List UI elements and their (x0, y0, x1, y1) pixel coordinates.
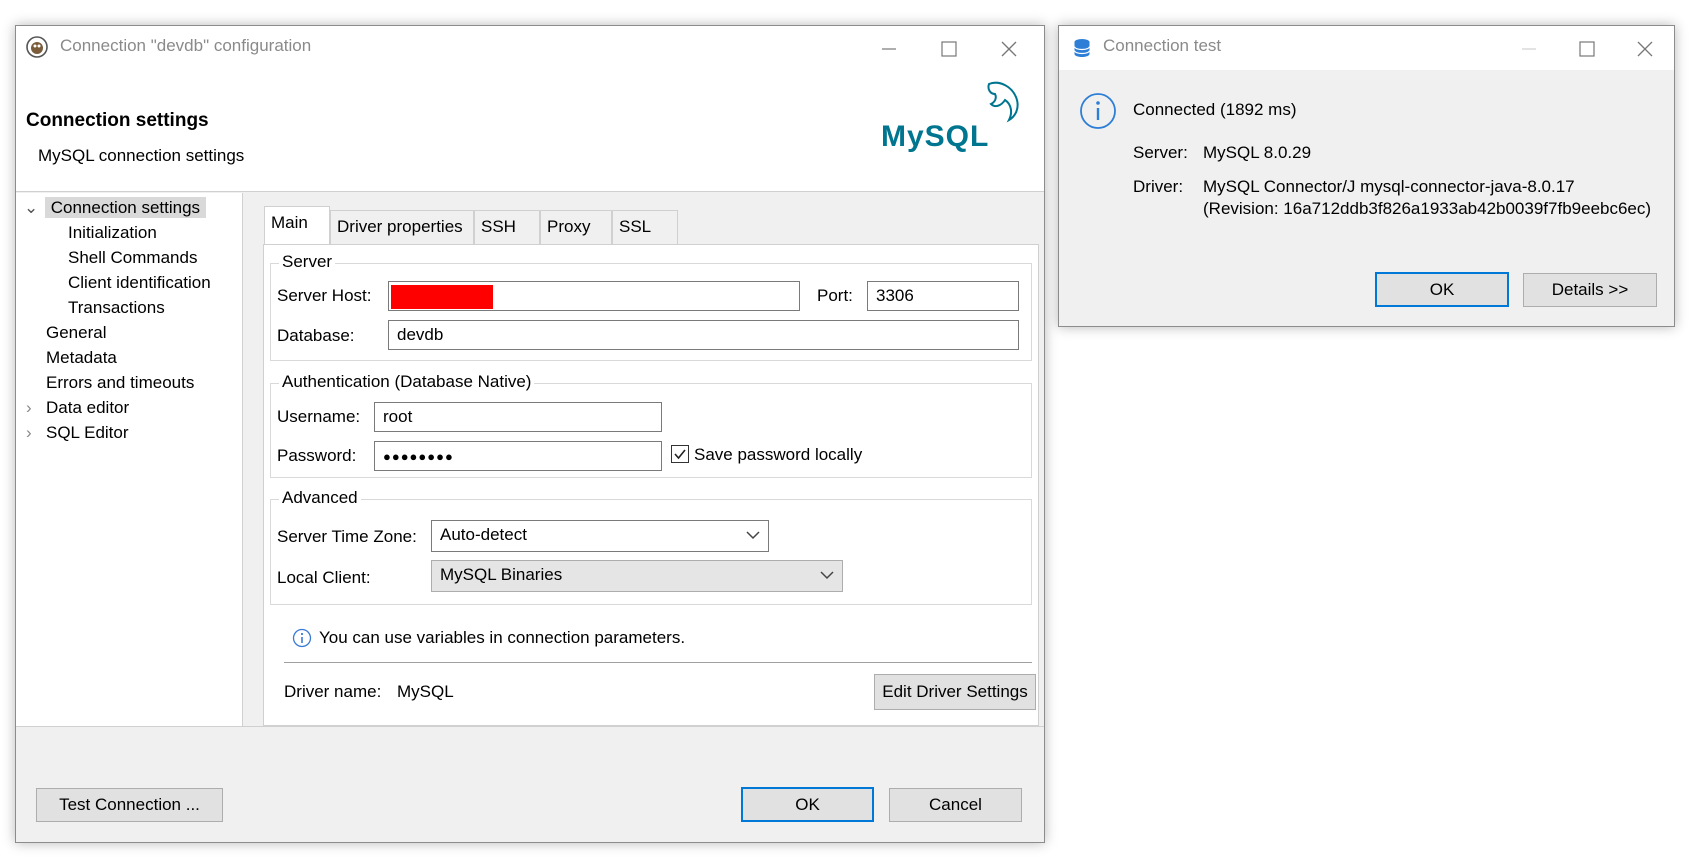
connection-test-dialog: Connection test Connected (1892 ms) Serv… (1058, 25, 1675, 327)
minimize-icon (1522, 48, 1536, 50)
tab-proxy[interactable]: Proxy (540, 210, 612, 244)
chevron-down-icon (746, 531, 760, 540)
test-connection-button[interactable]: Test Connection ... (36, 788, 223, 822)
tab-driver-properties[interactable]: Driver properties (330, 210, 474, 244)
username-input[interactable]: root (374, 402, 662, 432)
database-input[interactable]: devdb (388, 320, 1019, 350)
server-host-input[interactable] (388, 281, 800, 311)
connection-status: Connected (1892 ms) (1133, 100, 1297, 119)
main-tab-panel: Server Server Host: Port: 3306 Database:… (263, 244, 1039, 726)
server-timezone-label: Server Time Zone: (277, 527, 417, 546)
authentication-group: Authentication (Database Native) Usernam… (270, 372, 1032, 478)
mysql-logo-text: MySQL (881, 120, 990, 153)
tree-item-metadata[interactable]: Metadata (46, 346, 117, 370)
tree-item-label: SQL Editor (46, 423, 129, 442)
tree-item-errors-timeouts[interactable]: Errors and timeouts (46, 371, 194, 395)
username-label: Username: (277, 407, 361, 426)
port-input[interactable]: 3306 (867, 281, 1019, 311)
info-text: You can use variables in connection para… (319, 628, 686, 647)
edit-driver-settings-button[interactable]: Edit Driver Settings (874, 674, 1036, 710)
redacted-host (391, 285, 493, 309)
tree-item-connection-settings[interactable]: ⌄ Connection settings (24, 196, 207, 220)
tab-ssl[interactable]: SSL (612, 210, 678, 244)
tree-item-sql-editor[interactable]: › SQL Editor (26, 421, 129, 445)
tree-item-shell-commands[interactable]: Shell Commands (68, 246, 197, 270)
server-timezone-value: Auto-detect (440, 525, 527, 544)
ok-button[interactable]: OK (741, 787, 874, 822)
test-dialog-titlebar[interactable]: Connection test (1059, 26, 1674, 70)
close-icon (1637, 41, 1653, 57)
close-button[interactable] (978, 26, 1038, 70)
tab-ssh[interactable]: SSH (474, 210, 540, 244)
info-icon (292, 628, 312, 653)
database-icon (1073, 38, 1091, 63)
server-host-label: Server Host: (277, 286, 372, 305)
minimize-button[interactable] (858, 26, 918, 70)
tab-bar: Main Driver properties SSH Proxy SSL (264, 206, 724, 244)
server-group: Server Server Host: Port: 3306 Database:… (270, 252, 1032, 361)
local-client-select[interactable]: MySQL Binaries (431, 560, 843, 592)
minimize-button (1498, 26, 1558, 70)
tree-item-data-editor[interactable]: › Data editor (26, 396, 129, 420)
advanced-group-title: Advanced (279, 488, 361, 508)
test-dialog-title: Connection test (1103, 36, 1222, 55)
tree-item-label: Connection settings (44, 197, 207, 218)
connection-config-dialog: Connection "devdb" configuration Connect… (15, 25, 1045, 843)
port-label: Port: (817, 286, 853, 305)
settings-tree: ⌄ Connection settings Initialization She… (16, 193, 243, 726)
driver-version-line2: (Revision: 16a712ddb3f826a1933ab42b0039f… (1203, 199, 1652, 218)
password-label: Password: (277, 446, 357, 465)
maximize-icon (941, 41, 957, 57)
server-timezone-select[interactable]: Auto-detect (431, 520, 769, 552)
tree-item-general[interactable]: General (46, 321, 106, 345)
password-input[interactable]: ●●●●●●●● (374, 441, 662, 471)
minimize-icon (882, 48, 896, 50)
close-icon (1001, 41, 1017, 57)
chevron-right-icon[interactable]: › (26, 396, 46, 420)
tree-item-label: Data editor (46, 398, 130, 417)
local-client-label: Local Client: (277, 568, 371, 587)
database-label: Database: (277, 326, 355, 345)
config-footer-divider (16, 726, 1044, 727)
chevron-down-icon[interactable]: ⌄ (24, 196, 40, 220)
header-subtitle: MySQL connection settings (38, 146, 245, 165)
advanced-group: Advanced Server Time Zone: Auto-detect L… (270, 488, 1032, 605)
tree-item-client-identification[interactable]: Client identification (68, 271, 211, 295)
dbeaver-app-icon (26, 36, 48, 58)
close-button[interactable] (1614, 26, 1674, 70)
config-dialog-titlebar[interactable]: Connection "devdb" configuration (16, 26, 1044, 70)
tree-item-transactions[interactable]: Transactions (68, 296, 165, 320)
details-button[interactable]: Details >> (1523, 273, 1657, 307)
header-title: Connection settings (26, 110, 209, 131)
divider (284, 662, 1032, 663)
mysql-logo: MySQL (881, 78, 1031, 158)
config-header: Connection settings MySQL connection set… (16, 70, 1044, 192)
authentication-group-title: Authentication (Database Native) (279, 372, 535, 392)
cancel-button[interactable]: Cancel (889, 788, 1022, 822)
driver-label: Driver: (1133, 177, 1184, 196)
server-group-title: Server (279, 252, 336, 272)
chevron-right-icon[interactable]: › (26, 421, 46, 445)
checkmark-icon (674, 449, 686, 460)
config-dialog-title: Connection "devdb" configuration (60, 36, 312, 55)
driver-name-label: Driver name: (284, 682, 382, 701)
server-version: MySQL 8.0.29 (1203, 143, 1312, 162)
info-icon (1079, 92, 1117, 135)
chevron-down-icon (820, 571, 834, 580)
tab-main[interactable]: Main (264, 206, 330, 244)
maximize-button[interactable] (918, 26, 978, 70)
maximize-button[interactable] (1556, 26, 1616, 70)
maximize-icon (1579, 41, 1595, 57)
tree-item-initialization[interactable]: Initialization (68, 221, 157, 245)
driver-name-value: MySQL (397, 682, 454, 701)
test-ok-button[interactable]: OK (1375, 272, 1509, 307)
driver-version-line1: MySQL Connector/J mysql-connector-java-8… (1203, 177, 1575, 196)
local-client-value: MySQL Binaries (440, 565, 563, 584)
save-password-label[interactable]: Save password locally (694, 445, 862, 465)
server-label: Server: (1133, 143, 1188, 162)
save-password-checkbox[interactable] (671, 445, 689, 463)
